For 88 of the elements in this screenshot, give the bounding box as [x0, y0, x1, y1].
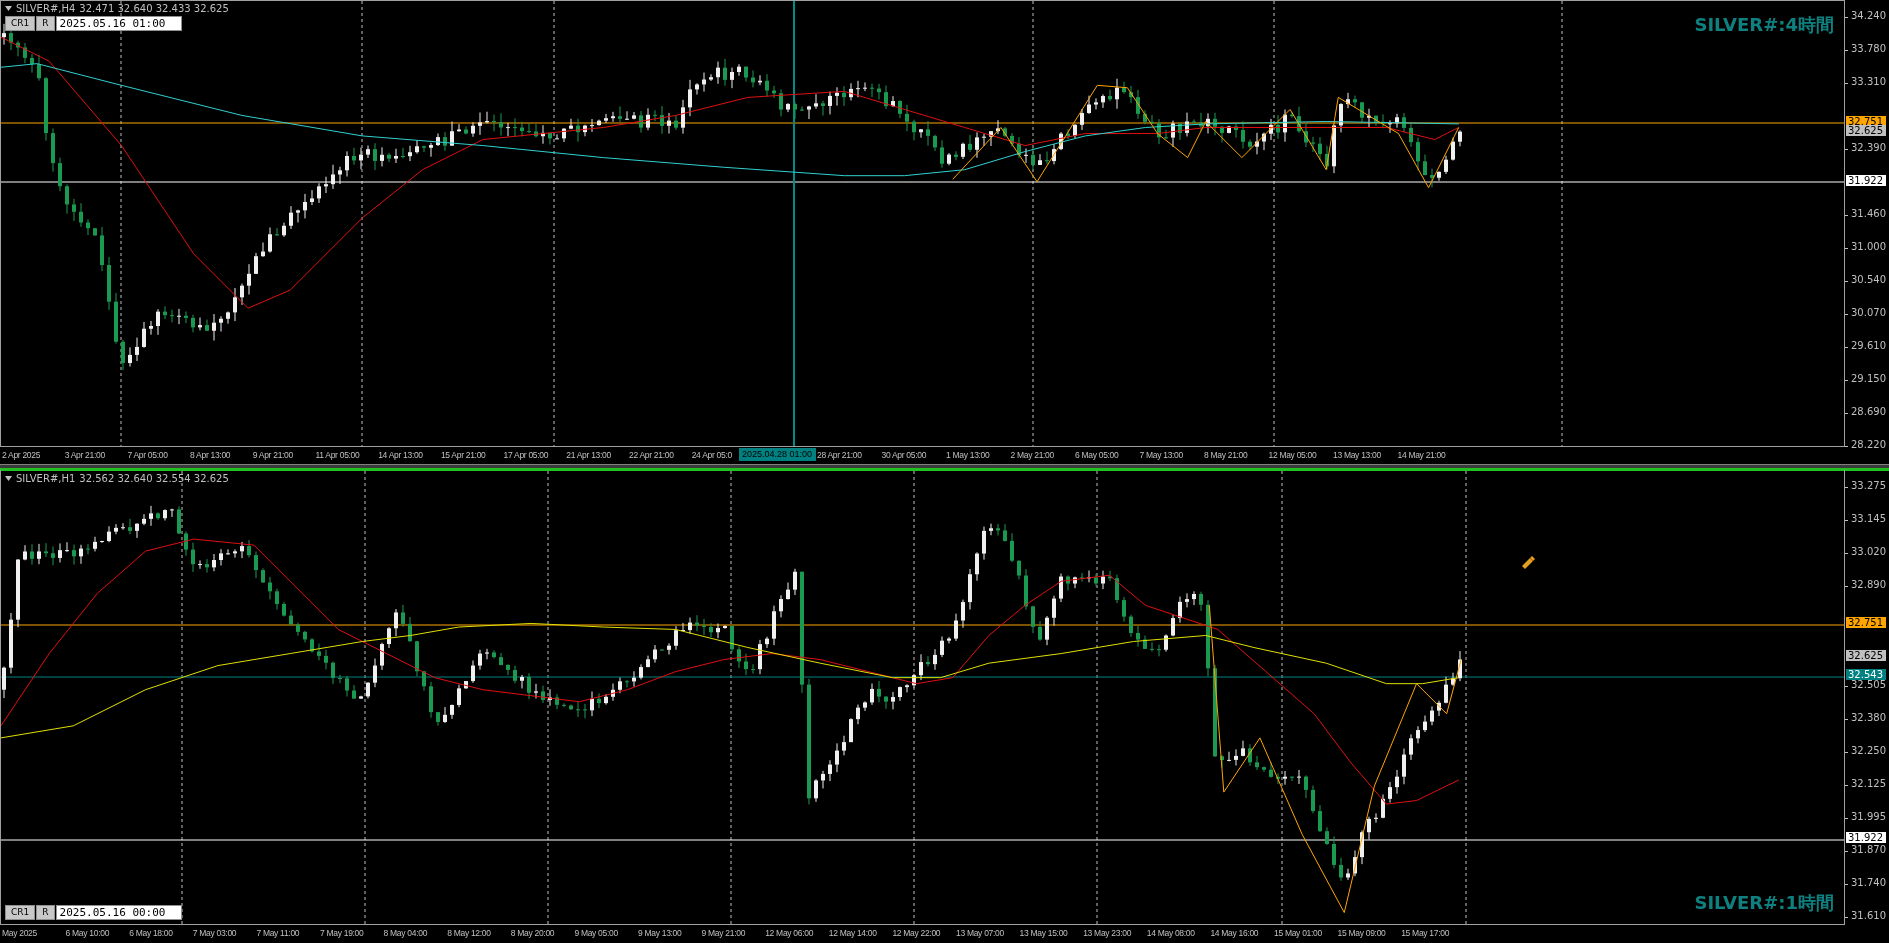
time-axis-label: 13 May 13:00	[1333, 450, 1381, 461]
chart-toolbar-button[interactable]: R	[36, 905, 55, 920]
time-axis-label: 9 May 21:00	[701, 928, 746, 939]
price-axis-label: 31.870	[1851, 845, 1886, 856]
time-axis-label: 14 May 08:00	[1146, 928, 1195, 939]
time-axis-label: 2 Apr 2025	[2, 450, 41, 461]
time-axis-label: 2 May 21:00	[1010, 450, 1054, 461]
price-axis-label: 33.310	[1851, 76, 1886, 87]
price-axis-label: 32.390	[1851, 142, 1886, 153]
price-axis-label: 34.240	[1851, 10, 1886, 21]
time-axis-label: 30 Apr 05:00	[881, 450, 927, 461]
time-axis-label: 17 Apr 05:00	[503, 450, 549, 461]
chart-symbol-label: SILVER#,H4	[16, 3, 76, 14]
price-axis-label: 32.250	[1851, 745, 1886, 756]
time-axis-label: 1 May 13:00	[946, 450, 990, 461]
price-tag: 31.922	[1846, 175, 1886, 186]
price-axis-label: 33.020	[1851, 547, 1886, 558]
price-axis-label: 32.890	[1851, 580, 1886, 591]
time-axis-label: 11 Apr 05:00	[315, 450, 360, 461]
time-axis-label: 22 Apr 21:00	[629, 450, 674, 461]
time-axis-label: 12 May 14:00	[828, 928, 877, 939]
crosshair-time-label: 2025.04.28 01:00	[739, 448, 816, 461]
price-tag: 32.625	[1846, 650, 1886, 661]
price-axis-label: 31.000	[1851, 241, 1886, 252]
time-axis-label: 8 May 04:00	[383, 928, 428, 939]
time-axis-label: 7 May 03:00	[192, 928, 237, 939]
price-axis-label: 29.610	[1851, 340, 1886, 351]
price-axis-label: 33.145	[1851, 514, 1886, 525]
chart-toolbar-button[interactable]: CR1	[5, 905, 36, 920]
time-axis-label: 7 May 13:00	[1139, 450, 1183, 461]
price-tag: 32.625	[1846, 125, 1886, 136]
time-axis-label: 12 May 22:00	[892, 928, 941, 939]
time-axis-label: 3 Apr 21:00	[64, 450, 105, 461]
time-axis-label: 14 May 21:00	[1397, 450, 1446, 461]
time-axis-label: 9 May 13:00	[638, 928, 682, 939]
time-axis-label: 8 Apr 13:00	[190, 450, 231, 461]
date-field[interactable]: 2025.05.16 01:00	[55, 16, 182, 31]
time-axis-label: 13 May 15:00	[1019, 928, 1068, 939]
price-axis-label: 28.690	[1851, 406, 1886, 417]
time-axis-label: 12 May 05:00	[1268, 450, 1317, 461]
price-tag: 32.751	[1846, 617, 1886, 628]
time-axis-label: 13 May 23:00	[1083, 928, 1132, 939]
price-axis-label: 31.995	[1851, 812, 1886, 822]
time-axis-label: 15 Apr 21:00	[440, 450, 486, 461]
time-axis-label: 13 May 07:00	[956, 928, 1004, 939]
price-axis-label: 33.780	[1851, 43, 1886, 54]
price-axis-label: 30.540	[1851, 274, 1886, 285]
chart-symbol-label: SILVER#,H1	[16, 473, 76, 484]
chart-toolbar-button[interactable]: R	[36, 16, 55, 31]
time-axis-label: 6 May 10:00	[65, 928, 110, 939]
price-axis-label: 33.275	[1851, 481, 1886, 491]
price-axis-label: 31.740	[1851, 878, 1886, 889]
time-axis-label: 6 May 05:00	[1075, 450, 1119, 461]
chart-title-label: SILVER#:1時間	[1694, 891, 1834, 915]
price-axis-label: 32.505	[1851, 679, 1886, 690]
time-axis-label: 21 Apr 13:00	[566, 450, 611, 461]
price-axis-label: 32.125	[1851, 778, 1886, 789]
time-axis-label: 6 May 18:00	[129, 928, 173, 939]
time-axis-label: 14 Apr 13:00	[378, 450, 423, 461]
price-axis-label: 28.220	[1851, 439, 1886, 450]
time-axis-label: 7 Apr 05:00	[127, 450, 168, 461]
chart-title-label: SILVER#:4時間	[1694, 13, 1834, 37]
price-axis-label: 32.380	[1851, 712, 1886, 723]
time-axis-label: 14 May 16:00	[1210, 928, 1259, 939]
price-axis-label: 31.460	[1851, 208, 1886, 219]
time-axis-label: 8 May 12:00	[447, 928, 491, 939]
ohlc-values: 32.562 32.640 32.554 32.625	[79, 473, 229, 484]
price-axis-label: 30.070	[1851, 307, 1886, 318]
time-axis-label: 9 May 05:00	[574, 928, 618, 939]
time-axis-label: 8 May 20:00	[510, 928, 555, 939]
price-tag: 31.922	[1846, 832, 1886, 843]
time-axis-label: 8 May 21:00	[1204, 450, 1248, 461]
price-axis-label: 29.150	[1851, 373, 1886, 384]
time-axis-label: 15 May 01:00	[1274, 928, 1322, 939]
time-axis-label: 24 Apr 05:0	[691, 450, 732, 461]
time-axis-label: 9 Apr 21:00	[252, 450, 293, 461]
time-axis-label: 12 May 06:00	[765, 928, 814, 939]
time-axis-label: 7 May 19:00	[320, 928, 364, 939]
ohlc-values: 32.471 32.640 32.433 32.625	[79, 3, 229, 14]
time-axis-label: May 2025	[2, 928, 37, 939]
time-axis-label: 7 May 11:00	[256, 928, 300, 939]
time-axis-label: 28 Apr 21:00	[817, 450, 862, 461]
time-axis-label: 15 May 09:00	[1337, 928, 1386, 939]
chart-toolbar-button[interactable]: CR1	[5, 16, 36, 31]
time-axis-label: 15 May 17:00	[1401, 928, 1450, 939]
price-axis-label: 31.610	[1851, 911, 1886, 922]
date-field[interactable]: 2025.05.16 00:00	[55, 905, 182, 920]
price-tag: 32.543	[1846, 669, 1886, 680]
